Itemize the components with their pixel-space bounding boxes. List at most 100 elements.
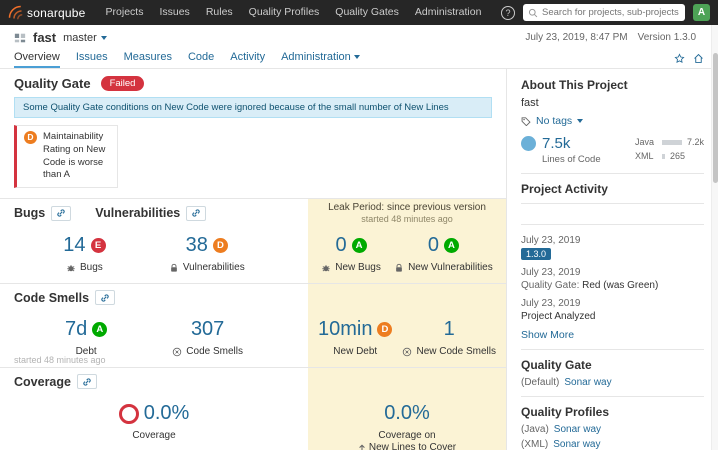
activity-event: July 23, 2019 1.3.0 xyxy=(521,235,704,260)
help-icon[interactable]: ? xyxy=(501,5,515,20)
nav-quality-profiles[interactable]: Quality Profiles xyxy=(241,0,328,25)
home-icon[interactable] xyxy=(693,53,704,64)
new-bugs-label-row: New Bugs xyxy=(321,262,381,273)
branch-selector[interactable]: master xyxy=(63,32,107,44)
code-smell-icon xyxy=(172,347,182,357)
tab-code[interactable]: Code xyxy=(188,51,214,68)
tabs-right-actions xyxy=(674,53,704,68)
chevron-down-icon xyxy=(353,55,360,59)
nav-projects[interactable]: Projects xyxy=(98,0,152,25)
new-bugs-rating-badge[interactable]: A xyxy=(351,238,367,254)
loc-main: 7.5k Lines of Code xyxy=(521,135,601,165)
search-box[interactable] xyxy=(523,4,685,21)
favorite-star-icon[interactable] xyxy=(674,53,685,64)
new-bugs-value[interactable]: 0 xyxy=(335,234,346,257)
coverage-value[interactable]: 0.0% xyxy=(144,402,190,425)
quality-gate-status-badge: Failed xyxy=(100,76,145,91)
new-coverage-value[interactable]: 0.0% xyxy=(384,402,430,425)
vulnerabilities-label: Vulnerabilities xyxy=(182,262,245,274)
info-banner-text: Some Quality Gate conditions on New Code… xyxy=(23,102,449,113)
activity-sparkline[interactable] xyxy=(521,203,704,225)
new-debt-value[interactable]: 10min xyxy=(318,318,372,341)
bugs-measure: 14 E Bugs xyxy=(63,234,106,273)
new-vulnerabilities-value[interactable]: 0 xyxy=(428,234,439,257)
quality-gate-link[interactable]: Sonar way xyxy=(564,377,611,388)
bugs-vulnerabilities-measures-row: 14 E Bugs 38 D Vulnerabilities 0 A New B… xyxy=(0,227,506,284)
user-avatar[interactable]: A xyxy=(693,4,710,21)
new-bugs-vulnerabilities-measures: 0 A New Bugs 0 A New Vulnerabilities xyxy=(308,227,506,284)
code-smells-history-link-button[interactable] xyxy=(95,290,116,306)
coverage-section-title: Coverage xyxy=(14,374,71,389)
project-size-icon xyxy=(521,136,536,151)
vulnerabilities-label-row: Vulnerabilities xyxy=(169,262,245,273)
nav-issues[interactable]: Issues xyxy=(151,0,197,25)
project-header: fast master July 23, 2019, 8:47 PM Versi… xyxy=(0,25,718,47)
nav-administration[interactable]: Administration xyxy=(407,0,490,25)
overview-main: Quality Gate Failed Some Quality Gate co… xyxy=(0,69,506,450)
coverage-donut xyxy=(118,403,139,424)
vulnerabilities-rating-badge[interactable]: D xyxy=(212,238,228,254)
activity-event: July 23, 2019 Project Analyzed xyxy=(521,298,704,322)
scrollbar-thumb[interactable] xyxy=(712,53,718,183)
code-smells-header: Code Smells xyxy=(0,284,308,311)
branch-name: master xyxy=(63,31,97,44)
profile-link[interactable]: Sonar way xyxy=(553,439,600,450)
new-code-smells-measure: 1 New Code Smells xyxy=(402,318,496,357)
leak-band xyxy=(308,368,506,396)
tab-issues[interactable]: Issues xyxy=(76,51,108,68)
code-smells-measure: 307 Code Smells xyxy=(172,318,243,357)
tab-measures[interactable]: Measures xyxy=(124,51,172,68)
tab-administration-label: Administration xyxy=(281,51,351,63)
quality-profiles-title: Quality Profiles xyxy=(521,405,610,419)
vulnerabilities-value[interactable]: 38 xyxy=(186,234,208,257)
tab-administration[interactable]: Administration xyxy=(281,51,360,68)
leak-period-header: Leak Period: since previous version star… xyxy=(308,199,506,228)
coverage-history-link-button[interactable] xyxy=(76,374,97,390)
bug-icon xyxy=(321,263,331,273)
coverage-measure: 0.0% Coverage xyxy=(118,402,190,441)
vulnerabilities-history-link-button[interactable] xyxy=(186,205,207,221)
tab-overview[interactable]: Overview xyxy=(14,51,60,68)
chevron-down-icon xyxy=(100,35,107,40)
coverage-header-row: Coverage xyxy=(0,367,506,396)
tags-selector[interactable]: No tags xyxy=(521,115,704,127)
loc-value[interactable]: 7.5k xyxy=(542,135,570,152)
sonarqube-logo[interactable]: sonarqube xyxy=(8,5,86,20)
tab-activity[interactable]: Activity xyxy=(230,51,265,68)
event-body: Project Analyzed xyxy=(521,311,704,322)
quality-gate-title: Quality Gate xyxy=(14,76,91,91)
language-loc: 265 xyxy=(669,151,686,161)
search-input[interactable] xyxy=(542,7,680,18)
nav-quality-gates[interactable]: Quality Gates xyxy=(327,0,407,25)
bugs-rating-badge[interactable]: E xyxy=(90,238,106,254)
bugs-value[interactable]: 14 xyxy=(63,234,85,257)
help-glyph: ? xyxy=(505,7,511,18)
quality-gate-scope: (Default) xyxy=(521,377,560,388)
language-distribution: Java 7.2k XML 265 xyxy=(635,135,704,165)
arrow-up-icon xyxy=(358,444,366,450)
project-qualifier-icon xyxy=(14,32,26,44)
code-smells-value[interactable]: 307 xyxy=(191,318,224,341)
profile-link[interactable]: Sonar way xyxy=(554,424,601,435)
language-loc: 7.2k xyxy=(686,137,704,147)
code-smell-icon xyxy=(402,347,412,357)
bugs-history-link-button[interactable] xyxy=(51,205,72,221)
failed-condition-card[interactable]: D Maintainability Rating on New Code is … xyxy=(14,125,118,189)
nav-rules[interactable]: Rules xyxy=(198,0,241,25)
event-date: July 23, 2019 xyxy=(521,267,581,278)
page-scrollbar[interactable] xyxy=(711,25,718,450)
vulnerabilities-value-row: 38 D xyxy=(169,234,245,257)
code-smells-period-note: started 48 minutes ago xyxy=(14,355,106,366)
new-coverage-value-row: 0.0% xyxy=(358,402,456,425)
new-code-smells-label-row: New Code Smells xyxy=(402,346,496,357)
new-debt-rating-badge[interactable]: D xyxy=(377,322,393,338)
about-section: About This Project fast No tags 7.5k Lin… xyxy=(521,78,704,165)
new-code-smells-value[interactable]: 1 xyxy=(444,318,455,341)
new-vulnerabilities-rating-badge[interactable]: A xyxy=(443,238,459,254)
language-size-bar xyxy=(661,139,682,145)
debt-rating-badge[interactable]: A xyxy=(92,322,108,338)
sonarqube-logo-icon xyxy=(8,5,23,20)
language-row-java: Java 7.2k xyxy=(635,137,704,147)
debt-value[interactable]: 7d xyxy=(65,318,87,341)
show-more-link[interactable]: Show More xyxy=(521,329,574,341)
